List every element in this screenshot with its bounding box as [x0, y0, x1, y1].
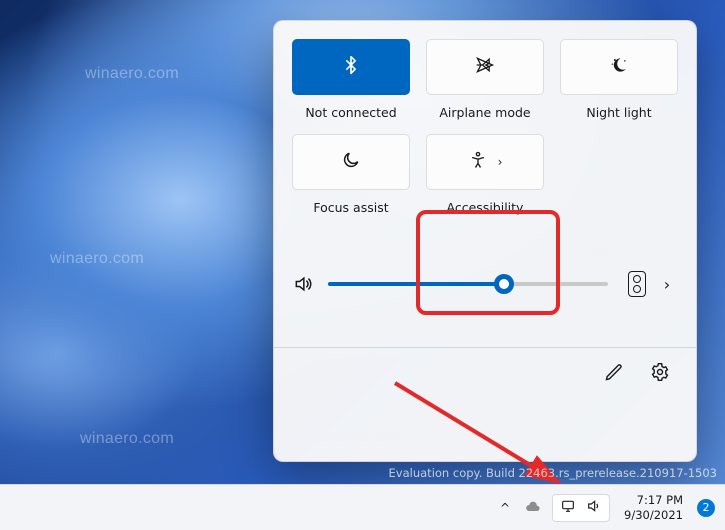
tile-bluetooth: Not connected	[292, 39, 410, 120]
chevron-right-icon: ›	[498, 155, 503, 169]
network-icon	[560, 498, 576, 518]
taskbar: ^ 7:17 PM 9/30/2021 2	[0, 484, 725, 530]
bluetooth-label: Not connected	[305, 105, 396, 120]
accessibility-button[interactable]: ›	[426, 134, 544, 190]
nightlight-icon	[609, 55, 629, 79]
bluetooth-icon	[341, 55, 361, 79]
clock-time: 7:17 PM	[624, 493, 683, 507]
settings-button[interactable]	[648, 360, 672, 384]
moon-icon	[341, 150, 361, 174]
focus-label: Focus assist	[313, 200, 388, 215]
nightlight-button[interactable]	[560, 39, 678, 95]
volume-row: ›	[292, 271, 678, 297]
clock-date: 9/30/2021	[624, 508, 683, 522]
onedrive-icon[interactable]	[524, 499, 542, 517]
taskbar-clock[interactable]: 7:17 PM 9/30/2021	[620, 493, 687, 522]
quick-settings-panel: Not connected Airplane mode Night light	[273, 20, 697, 462]
bluetooth-button[interactable]	[292, 39, 410, 95]
accessibility-icon	[468, 150, 488, 174]
quick-settings-tiles: Not connected Airplane mode Night light	[292, 39, 678, 215]
speaker-icon[interactable]	[292, 273, 314, 295]
focus-button[interactable]	[292, 134, 410, 190]
nightlight-label: Night light	[586, 105, 651, 120]
tile-accessibility: › Accessibility	[426, 134, 544, 215]
output-chevron-icon[interactable]: ›	[656, 273, 678, 295]
volume-tray-icon	[586, 498, 602, 518]
tile-airplane: Airplane mode	[426, 39, 544, 120]
network-volume-tray[interactable]	[552, 494, 610, 522]
volume-slider[interactable]	[328, 282, 608, 286]
airplane-button[interactable]	[426, 39, 544, 95]
evaluation-watermark: Evaluation copy. Build 22463.rs_prerelea…	[389, 466, 717, 480]
accessibility-label: Accessibility	[447, 200, 524, 215]
airplane-label: Airplane mode	[439, 105, 530, 120]
tray-overflow-chevron[interactable]: ^	[496, 499, 514, 517]
tile-focus: Focus assist	[292, 134, 410, 215]
tile-nightlight: Night light	[560, 39, 678, 120]
airplane-icon	[475, 55, 495, 79]
edit-button[interactable]	[602, 360, 626, 384]
panel-footer	[292, 348, 678, 384]
output-device-icon[interactable]	[628, 271, 646, 297]
system-tray: ^ 7:17 PM 9/30/2021 2	[496, 493, 715, 522]
notification-badge[interactable]: 2	[697, 499, 715, 517]
